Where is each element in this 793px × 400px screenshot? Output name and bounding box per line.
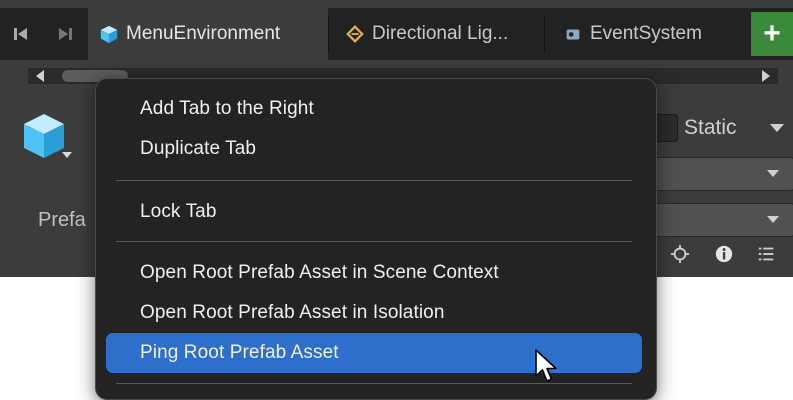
prefab-label: Prefa (38, 209, 86, 231)
menu-item-duplicate-tab[interactable]: Duplicate Tab (140, 138, 256, 160)
chevron-down-icon (767, 170, 779, 177)
script-icon (562, 23, 584, 45)
tab-event-system[interactable]: EventSystem (552, 8, 742, 60)
mouse-pointer-icon (535, 349, 557, 382)
chevron-down-icon (767, 216, 779, 223)
scroll-left-arrow-icon[interactable] (36, 70, 44, 82)
tab-label: MenuEnvironment (126, 23, 281, 44)
menu-separator (116, 180, 632, 181)
icon-dropdown-arrow[interactable] (62, 152, 72, 158)
target-icon[interactable] (666, 240, 694, 268)
cube-icon (98, 23, 120, 45)
add-tab-button[interactable]: + (751, 12, 793, 56)
info-icon[interactable] (710, 240, 738, 268)
tab-bar: MenuEnvironment Directional Lig... Event… (0, 8, 793, 60)
skip-to-last-icon[interactable] (46, 8, 84, 60)
menu-item-ping-root-prefab[interactable]: Ping Root Prefab Asset (140, 342, 339, 364)
tag-dropdown[interactable] (646, 157, 793, 191)
scroll-right-arrow-icon[interactable] (762, 70, 770, 82)
menu-item-open-root-prefab-scene-context[interactable]: Open Root Prefab Asset in Scene Context (140, 262, 499, 284)
tab-directional-light[interactable]: Directional Lig... (336, 8, 544, 60)
static-label: Static (684, 116, 737, 139)
tab-divider (328, 16, 329, 52)
menu-item-open-root-prefab-isolation[interactable]: Open Root Prefab Asset in Isolation (140, 302, 445, 324)
static-dropdown-arrow[interactable] (770, 124, 784, 132)
tab-divider (544, 16, 545, 52)
menu-item-add-tab-right[interactable]: Add Tab to the Right (140, 98, 314, 120)
tab-menu-environment[interactable]: MenuEnvironment (88, 8, 328, 60)
tab-label: Directional Lig... (372, 23, 509, 44)
list-settings-icon[interactable] (752, 240, 780, 268)
tab-label: EventSystem (590, 23, 702, 44)
skip-to-first-icon[interactable] (2, 8, 40, 60)
tab-context-menu: Add Tab to the Right Duplicate Tab Lock … (95, 78, 657, 400)
menu-separator (116, 241, 632, 242)
menu-item-lock-tab[interactable]: Lock Tab (140, 201, 217, 223)
layer-dropdown[interactable] (646, 203, 793, 237)
directional-light-icon (344, 23, 366, 45)
